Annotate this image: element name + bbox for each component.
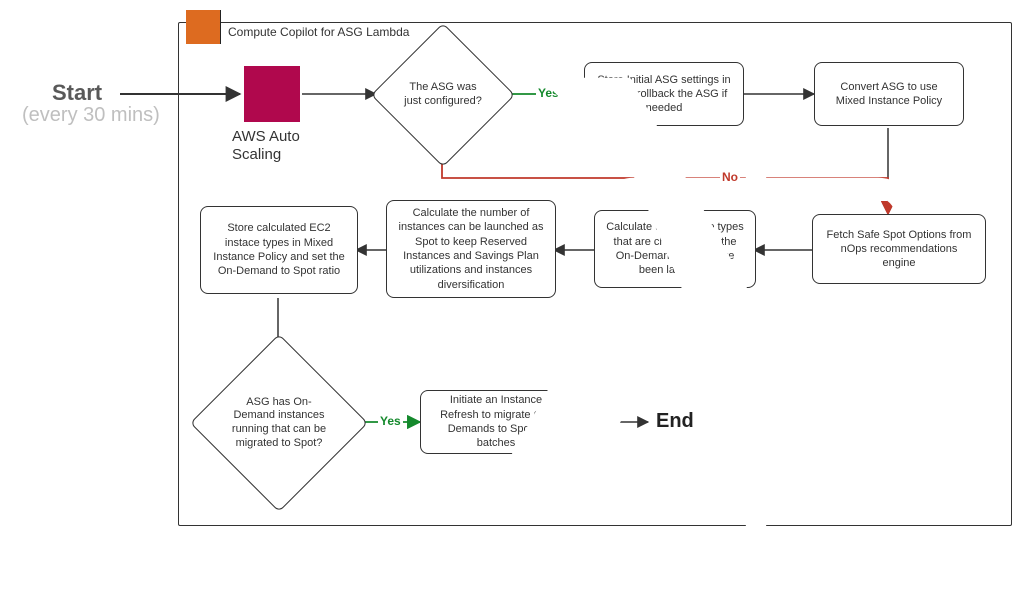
start-subtitle: (every 30 mins) <box>22 104 160 127</box>
aws-auto-scaling-icon <box>244 66 300 122</box>
step-convert-mixed-instance-policy: Convert ASG to use Mixed Instance Policy <box>814 62 964 126</box>
edge-label-yes-configured: Yes <box>536 86 561 100</box>
step-calculate-cheaper-instance-types: Calculate the instance types that are ch… <box>594 210 756 288</box>
lambda-group-title: Compute Copilot for ASG Lambda <box>228 25 409 39</box>
step-initiate-instance-refresh: Initiate an Instance Refresh to migrate … <box>420 390 572 454</box>
step-store-calculated-types: Store calculated EC2 instace types in Mi… <box>200 206 358 294</box>
start-label: Start <box>52 80 102 106</box>
step-fetch-safe-spot-options: Fetch Safe Spot Options from nOps recomm… <box>812 214 986 284</box>
aws-auto-scaling-label: AWS Auto Scaling <box>232 128 332 164</box>
lambda-icon <box>186 10 220 44</box>
edge-label-yes-migrate: Yes <box>378 414 403 428</box>
edge-label-no-configured: No <box>720 170 740 184</box>
end-label: End <box>656 410 694 433</box>
step-calculate-spot-count: Calculate the number of instances can be… <box>386 200 556 298</box>
step-store-initial-settings: Store Initial ASG settings in tags to ro… <box>584 62 744 126</box>
